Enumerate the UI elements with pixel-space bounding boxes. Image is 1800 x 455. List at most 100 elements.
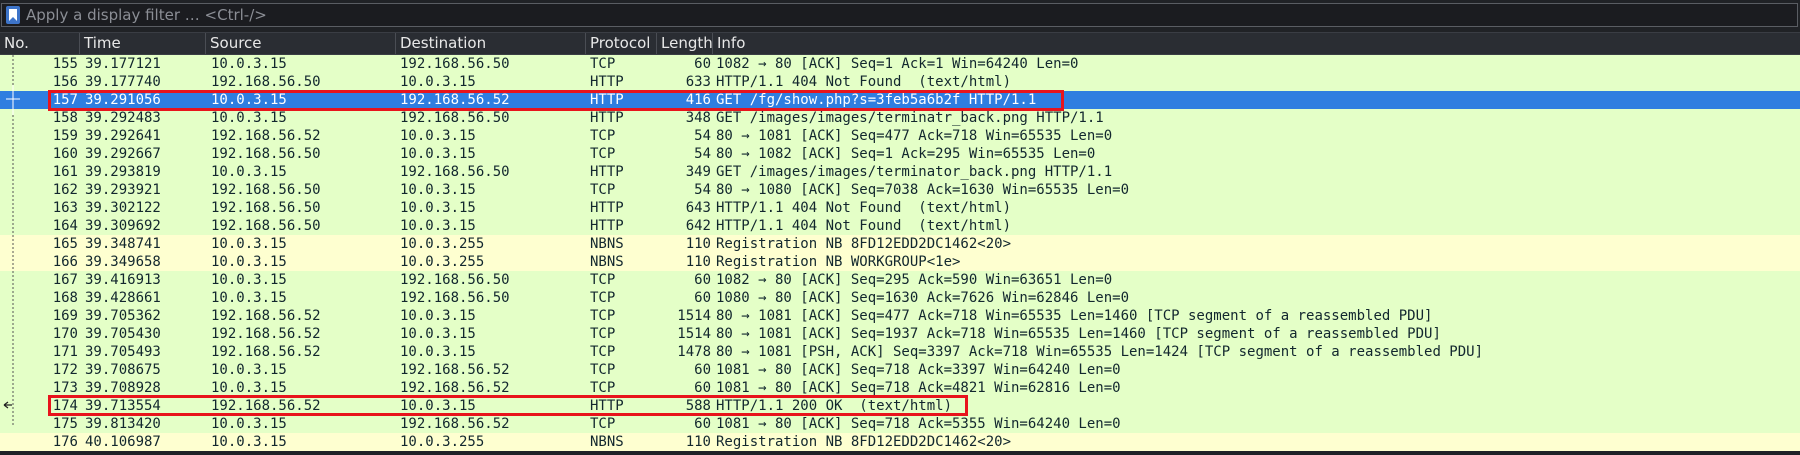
column-header-info[interactable]: Info <box>713 33 1800 54</box>
packet-info: 1082 → 80 [ACK] Seq=1 Ack=1 Win=64240 Le… <box>716 56 1079 72</box>
packet-protocol: HTTP <box>590 74 624 90</box>
packet-protocol: NBNS <box>590 236 624 252</box>
packet-info: 1081 → 80 [ACK] Seq=718 Ack=3397 Win=642… <box>716 362 1121 378</box>
packet-source: 10.0.3.15 <box>211 254 287 270</box>
packet-source: 192.168.56.52 <box>211 326 321 342</box>
packet-protocol: TCP <box>590 272 616 288</box>
packet-time: 39.291056 <box>85 92 161 108</box>
packet-length: 110 <box>685 236 711 252</box>
packet-protocol: HTTP <box>590 110 624 126</box>
packet-length: 60 <box>694 416 711 432</box>
packet-time: 39.292483 <box>85 110 161 126</box>
packet-time: 39.713554 <box>85 398 161 414</box>
packet-source: 10.0.3.15 <box>211 164 287 180</box>
packet-protocol: TCP <box>590 308 616 324</box>
packet-time: 39.349658 <box>85 254 161 270</box>
packet-length: 60 <box>694 272 711 288</box>
packet-length: 642 <box>685 218 711 234</box>
packet-protocol: TCP <box>590 344 616 360</box>
packet-time: 39.292667 <box>85 146 161 162</box>
packet-source: 10.0.3.15 <box>211 110 287 126</box>
packet-time: 39.705430 <box>85 326 161 342</box>
packet-row[interactable]: 165 39.348741 10.0.3.15 10.0.3.255 NBNS 110 Re… <box>0 235 1800 253</box>
packet-time: 39.708928 <box>85 380 161 396</box>
packet-row[interactable]: 156 39.177740 192.168.56.50 10.0.3.15 HTTP 63… <box>0 73 1800 91</box>
packet-protocol: NBNS <box>590 434 624 450</box>
packet-row[interactable]: 159 39.292641 192.168.56.52 10.0.3.15 TCP 54 8… <box>0 127 1800 145</box>
column-header-protocol[interactable]: Protocol <box>586 33 657 54</box>
packet-row[interactable]: 162 39.293921 192.168.56.50 10.0.3.15 TCP 54 8… <box>0 181 1800 199</box>
packet-time: 39.293921 <box>85 182 161 198</box>
packet-info: Registration NB 8FD12EDD2DC1462<20> <box>716 434 1012 450</box>
column-header-length[interactable]: Length <box>657 33 713 54</box>
packet-list-header: No. Time Source Destination Protocol Len… <box>0 32 1800 55</box>
display-filter-box[interactable] <box>1 3 1798 27</box>
display-filter-input[interactable] <box>26 5 1786 25</box>
packet-source: 192.168.56.50 <box>211 146 321 162</box>
packet-row[interactable]: 166 39.349658 10.0.3.15 10.0.3.255 NBNS 110 Re… <box>0 253 1800 271</box>
display-filter-toolbar <box>0 0 1800 32</box>
bookmark-icon[interactable] <box>6 6 20 24</box>
packet-time: 39.177121 <box>85 56 161 72</box>
packet-destination: 192.168.56.52 <box>400 416 510 432</box>
packet-row[interactable]: 174 39.713554 192.168.56.52 10.0.3.15 HTTP 58… <box>0 397 1800 415</box>
packet-info: HTTP/1.1 200 OK (text/html) <box>716 398 953 414</box>
packet-destination: 192.168.56.52 <box>400 380 510 396</box>
packet-row[interactable]: 169 39.705362 192.168.56.52 10.0.3.15 TCP 151… <box>0 307 1800 325</box>
packet-protocol: TCP <box>590 146 616 162</box>
packet-row[interactable]: 175 39.813420 10.0.3.15 192.168.56.52 TCP 60 1… <box>0 415 1800 433</box>
packet-row[interactable]: 167 39.416913 10.0.3.15 192.168.56.50 TCP 60 1… <box>0 271 1800 289</box>
packet-source: 192.168.56.50 <box>211 218 321 234</box>
packet-time: 39.348741 <box>85 236 161 252</box>
packet-row[interactable]: 161 39.293819 10.0.3.15 192.168.56.50 HTTP 34… <box>0 163 1800 181</box>
packet-destination: 192.168.56.50 <box>400 164 510 180</box>
packet-length: 643 <box>685 200 711 216</box>
column-header-source[interactable]: Source <box>206 33 396 54</box>
packet-source: 10.0.3.15 <box>211 416 287 432</box>
packet-time: 39.705362 <box>85 308 161 324</box>
packet-protocol: TCP <box>590 362 616 378</box>
packet-destination: 10.0.3.15 <box>400 182 476 198</box>
packet-length: 54 <box>694 146 711 162</box>
packet-info: Registration NB WORKGROUP<1e> <box>716 254 961 270</box>
packet-row[interactable]: 176 40.106987 10.0.3.15 10.0.3.255 NBNS 110 Re… <box>0 433 1800 451</box>
packet-row[interactable]: 164 39.309692 192.168.56.50 10.0.3.15 HTTP 64… <box>0 217 1800 235</box>
packet-row[interactable]: 173 39.708928 10.0.3.15 192.168.56.52 TCP 60 1… <box>0 379 1800 397</box>
packet-info: 80 → 1080 [ACK] Seq=7038 Ack=1630 Win=65… <box>716 182 1130 198</box>
packet-row[interactable]: 171 39.705493 192.168.56.52 10.0.3.15 TCP 147… <box>0 343 1800 361</box>
packet-length: 60 <box>694 56 711 72</box>
packet-length: 110 <box>685 254 711 270</box>
packet-source: 192.168.56.52 <box>211 398 321 414</box>
packet-length: 1514 <box>677 308 711 324</box>
packet-row[interactable]: 172 39.708675 10.0.3.15 192.168.56.52 TCP 60 1… <box>0 361 1800 379</box>
packet-row[interactable]: 157 39.291056 10.0.3.15 192.168.56.52 HTTP 41… <box>0 91 1800 109</box>
packet-source: 192.168.56.52 <box>211 308 321 324</box>
packet-row[interactable]: 160 39.292667 192.168.56.50 10.0.3.15 TCP 54 8… <box>0 145 1800 163</box>
packet-row[interactable]: 155 39.177121 10.0.3.15 192.168.56.50 TCP 60 1… <box>0 55 1800 73</box>
packet-protocol: NBNS <box>590 254 624 270</box>
packet-length: 588 <box>685 398 711 414</box>
packet-destination: 10.0.3.15 <box>400 344 476 360</box>
packet-length: 60 <box>694 362 711 378</box>
packet-source: 192.168.56.50 <box>211 200 321 216</box>
packet-info: 80 → 1081 [ACK] Seq=1937 Ack=718 Win=655… <box>716 326 1441 342</box>
column-header-no[interactable]: No. <box>0 33 80 54</box>
packet-source: 10.0.3.15 <box>211 56 287 72</box>
packet-info: Registration NB 8FD12EDD2DC1462<20> <box>716 236 1012 252</box>
packet-source: 10.0.3.15 <box>211 380 287 396</box>
packet-row[interactable]: 170 39.705430 192.168.56.52 10.0.3.15 TCP 151… <box>0 325 1800 343</box>
packet-info: 80 → 1081 [PSH, ACK] Seq=3397 Ack=718 Wi… <box>716 344 1484 360</box>
packet-list[interactable]: 155 39.177121 10.0.3.15 192.168.56.50 TCP 60 1… <box>0 55 1800 455</box>
column-header-time[interactable]: Time <box>80 33 206 54</box>
packet-time: 39.708675 <box>85 362 161 378</box>
packet-protocol: HTTP <box>590 164 624 180</box>
packet-time: 39.302122 <box>85 200 161 216</box>
packet-row[interactable]: 158 39.292483 10.0.3.15 192.168.56.50 HTTP 34… <box>0 109 1800 127</box>
packet-row[interactable]: 163 39.302122 192.168.56.50 10.0.3.15 HTTP 64… <box>0 199 1800 217</box>
packet-time: 39.428661 <box>85 290 161 306</box>
packet-info: GET /images/images/terminator_back.png H… <box>716 164 1113 180</box>
column-header-destination[interactable]: Destination <box>396 33 586 54</box>
packet-row[interactable]: 168 39.428661 10.0.3.15 192.168.56.50 TCP 60 1… <box>0 289 1800 307</box>
packet-info: 1081 → 80 [ACK] Seq=718 Ack=5355 Win=642… <box>716 416 1121 432</box>
packet-source: 10.0.3.15 <box>211 92 287 108</box>
